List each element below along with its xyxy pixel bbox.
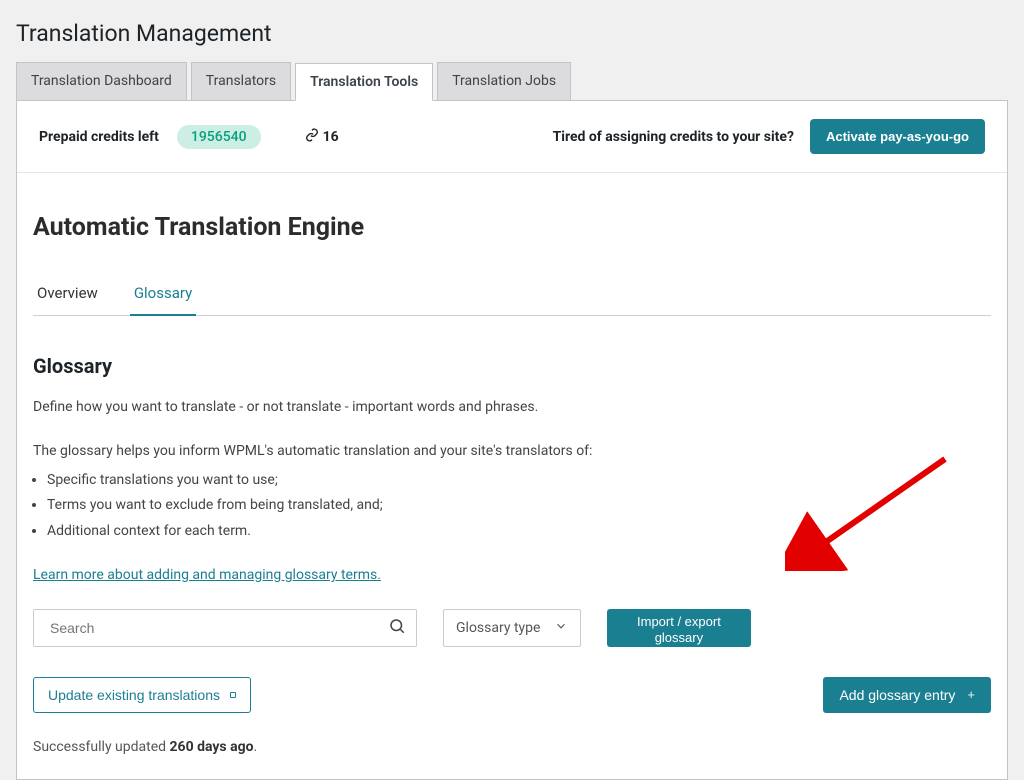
main-panel: Prepaid credits left 1956540 16 Tired of… bbox=[16, 100, 1008, 780]
chevron-down-icon bbox=[554, 619, 568, 637]
glossary-bullet: Additional context for each term. bbox=[47, 520, 991, 542]
link-icon bbox=[305, 128, 319, 146]
tab-translation-dashboard[interactable]: Translation Dashboard bbox=[16, 62, 187, 100]
updated-suffix: . bbox=[253, 739, 257, 755]
glossary-help: The glossary helps you inform WPML's aut… bbox=[33, 440, 991, 542]
add-btn-label: Add glossary entry bbox=[839, 687, 955, 703]
main-tabs: Translation Dashboard Translators Transl… bbox=[0, 62, 1024, 100]
footer-row: Update existing translations Add glossar… bbox=[33, 677, 991, 713]
link-count-value: 16 bbox=[323, 129, 339, 145]
plus-icon: + bbox=[967, 687, 975, 702]
tab-translation-tools[interactable]: Translation Tools bbox=[295, 63, 433, 101]
learn-more-link[interactable]: Learn more about adding and managing glo… bbox=[33, 567, 381, 583]
updated-value: 260 days ago bbox=[170, 739, 254, 755]
glossary-type-label: Glossary type bbox=[456, 620, 540, 636]
credits-bar: Prepaid credits left 1956540 16 Tired of… bbox=[17, 101, 1007, 173]
credits-question-text: Tired of assigning credits to your site? bbox=[553, 129, 794, 145]
search-input[interactable] bbox=[48, 619, 388, 637]
page-title: Translation Management bbox=[0, 0, 1024, 62]
subtab-overview[interactable]: Overview bbox=[33, 278, 102, 315]
square-icon bbox=[230, 692, 236, 698]
update-translations-button[interactable]: Update existing translations bbox=[33, 677, 251, 713]
linked-sites-count[interactable]: 16 bbox=[305, 128, 339, 146]
credits-label: Prepaid credits left bbox=[39, 129, 159, 145]
glossary-controls: Glossary type Import / export glossary bbox=[33, 609, 991, 647]
updated-status: Successfully updated 260 days ago. bbox=[33, 739, 991, 755]
add-glossary-entry-button[interactable]: Add glossary entry + bbox=[823, 677, 991, 713]
glossary-bullet: Terms you want to exclude from being tra… bbox=[47, 494, 991, 516]
tab-translators[interactable]: Translators bbox=[191, 62, 291, 100]
updated-prefix: Successfully updated bbox=[33, 739, 170, 755]
import-btn-line1: Import / export bbox=[637, 614, 721, 629]
import-export-button[interactable]: Import / export glossary bbox=[607, 609, 751, 647]
tab-translation-jobs[interactable]: Translation Jobs bbox=[437, 62, 571, 100]
section-title: Automatic Translation Engine bbox=[33, 213, 991, 242]
glossary-intro: Define how you want to translate - or no… bbox=[33, 396, 991, 418]
glossary-type-select[interactable]: Glossary type bbox=[443, 609, 581, 647]
glossary-help-intro: The glossary helps you inform WPML's aut… bbox=[33, 443, 592, 459]
engine-subtabs: Overview Glossary bbox=[33, 278, 991, 316]
glossary-heading: Glossary bbox=[33, 354, 991, 378]
glossary-bullet: Specific translations you want to use; bbox=[47, 469, 991, 491]
credits-value-pill: 1956540 bbox=[177, 125, 261, 149]
activate-payg-button[interactable]: Activate pay-as-you-go bbox=[810, 119, 985, 154]
update-btn-label: Update existing translations bbox=[48, 687, 220, 703]
content-area: Automatic Translation Engine Overview Gl… bbox=[17, 173, 1007, 779]
subtab-glossary[interactable]: Glossary bbox=[130, 278, 196, 316]
search-wrap bbox=[33, 609, 417, 647]
import-btn-line2: glossary bbox=[655, 630, 703, 645]
search-icon[interactable] bbox=[388, 617, 406, 639]
